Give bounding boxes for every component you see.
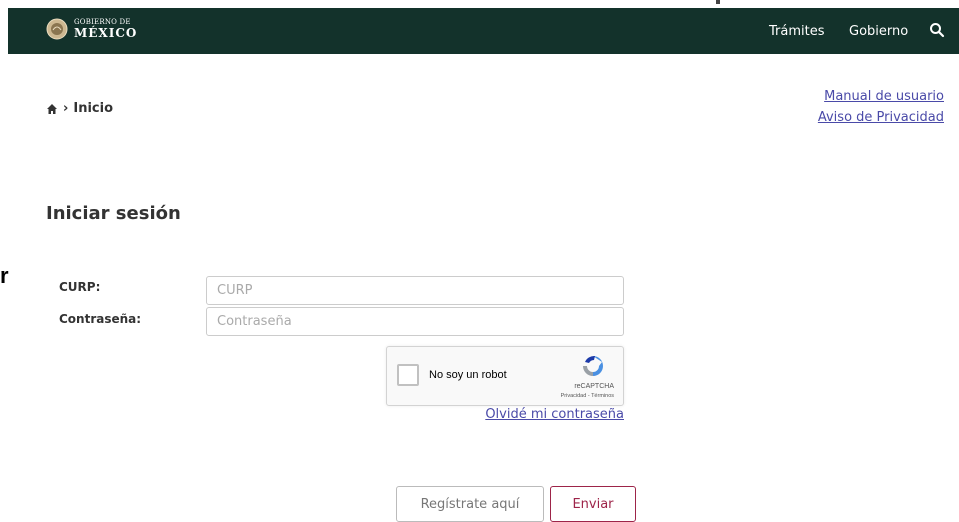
aviso-privacidad-link[interactable]: Aviso de Privacidad [818, 110, 944, 125]
curp-input[interactable] [206, 276, 624, 305]
password-input[interactable] [206, 307, 624, 336]
manual-usuario-link[interactable]: Manual de usuario [824, 89, 944, 104]
register-button[interactable]: Regístrate aquí [396, 486, 544, 522]
breadcrumb-separator: › [63, 101, 69, 116]
password-label: Contraseña: [59, 312, 142, 326]
recaptcha-widget: No soy un robot reCAPTCHA Privacidad - T… [386, 346, 624, 406]
logo-small-text: GOBIERNO DE [74, 18, 131, 26]
forgot-password-link[interactable]: Olvidé mi contraseña [485, 407, 624, 422]
top-navbar: GOBIERNO DE MÉXICO Trámites Gobierno [8, 8, 959, 54]
submit-button[interactable]: Enviar [550, 486, 636, 522]
home-icon[interactable] [46, 103, 58, 115]
coat-of-arms-icon [46, 18, 68, 40]
page-title: Iniciar sesión [46, 203, 181, 224]
top-edge-mark [716, 0, 720, 4]
recaptcha-logo-icon [583, 355, 603, 376]
breadcrumb-current: Inicio [73, 101, 114, 116]
recaptcha-checkbox[interactable] [397, 364, 419, 386]
breadcrumb: › Inicio [46, 101, 113, 116]
recaptcha-terms[interactable]: Privacidad - Términos [561, 393, 614, 399]
nav-link-tramites[interactable]: Trámites [769, 24, 825, 39]
nav-link-gobierno[interactable]: Gobierno [849, 24, 908, 39]
search-icon[interactable] [929, 22, 945, 38]
logo-big-text: MÉXICO [74, 26, 138, 40]
clipped-edge-text: r [0, 263, 9, 288]
recaptcha-label: No soy un robot [429, 369, 507, 381]
gobierno-logo[interactable]: GOBIERNO DE MÉXICO [46, 18, 137, 40]
recaptcha-brand: reCAPTCHA [574, 383, 614, 390]
curp-label: CURP: [59, 280, 101, 294]
